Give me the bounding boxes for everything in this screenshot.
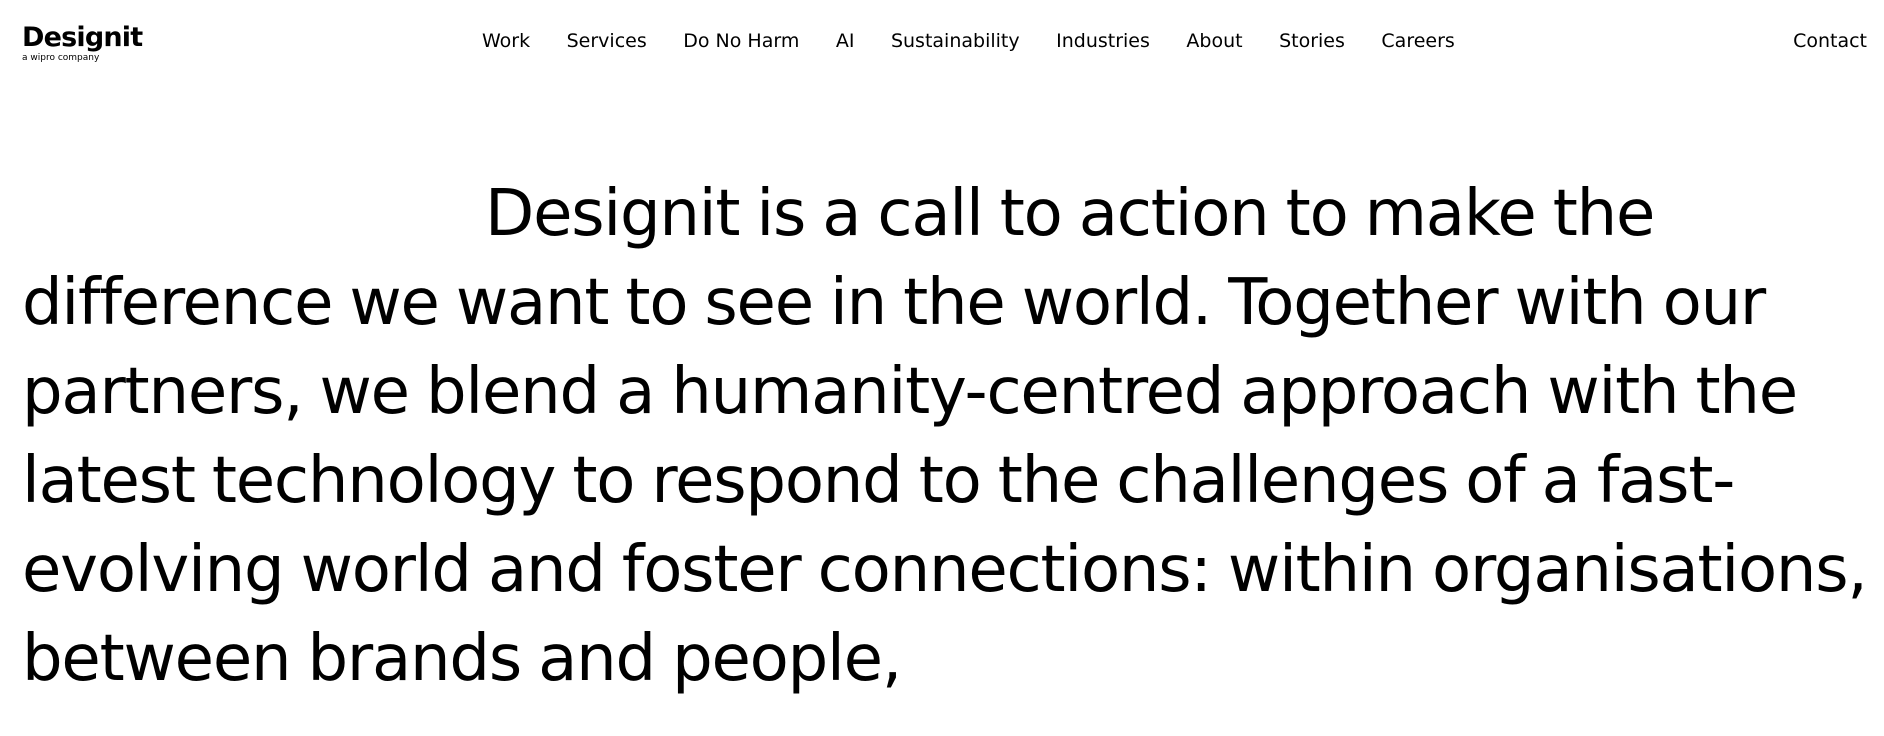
nav-item-ai[interactable]: AI [836, 28, 855, 54]
nav-item-work[interactable]: Work [482, 28, 530, 54]
nav-item-industries[interactable]: Industries [1056, 28, 1150, 54]
nav-item-stories[interactable]: Stories [1279, 28, 1345, 54]
designit-logo[interactable]: Designit a wipro company [22, 22, 143, 64]
site-header: Designit a wipro company Work Services D… [0, 0, 1884, 84]
contact-link[interactable]: Contact [1793, 28, 1867, 54]
logo-tagline: a wipro company [22, 53, 100, 63]
nav-item-about[interactable]: About [1186, 28, 1242, 54]
nav-item-careers[interactable]: Careers [1381, 28, 1454, 54]
main-nav: Work Services Do No Harm AI Sustainabili… [482, 28, 1491, 54]
nav-item-services[interactable]: Services [567, 28, 647, 54]
hero-statement: Designit is a call to action to make the… [22, 170, 1872, 704]
nav-item-do-no-harm[interactable]: Do No Harm [683, 28, 799, 54]
nav-item-sustainability[interactable]: Sustainability [891, 28, 1020, 54]
hero-text: Designit is a call to action to make the… [22, 177, 1868, 696]
logo-wordmark: Designit [22, 22, 143, 53]
